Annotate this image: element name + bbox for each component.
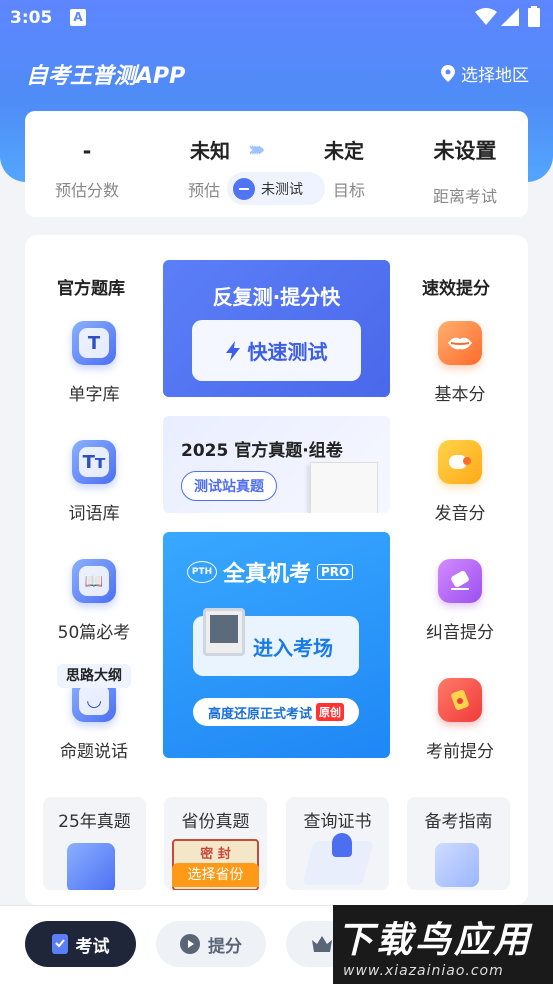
app-title: 自考王普测APP (26, 64, 186, 89)
exam-value: 未设置 (433, 139, 497, 163)
signal-icon (501, 8, 519, 26)
tab-exam-label: 考试 (75, 936, 110, 957)
realistic-exam-label: 高度还原正式考试 (207, 706, 312, 722)
target-value: 未定 (324, 139, 364, 163)
pro-badge: PRO (317, 564, 354, 580)
mock-exam-title: 全真机考 (223, 562, 312, 587)
tab-boost[interactable]: 提分 (156, 921, 266, 967)
crown-icon (312, 936, 332, 952)
essay-book-icon[interactable]: 📖 (72, 559, 116, 603)
word-bank-label[interactable]: 词语库 (44, 499, 144, 524)
computer-icon (203, 608, 245, 656)
correction-label[interactable]: 纠音提分 (410, 618, 510, 643)
outline-tag[interactable]: 思路大纲 (57, 664, 131, 688)
progress-arrows-icon: ››››› (248, 137, 265, 161)
play-circle-icon (180, 934, 200, 954)
quick-test-button[interactable]: 快速测试 (192, 320, 361, 381)
real-exam-banner[interactable]: 2025 官方真题·组卷 测试站真题 (163, 416, 390, 513)
tag-icon[interactable] (438, 678, 482, 722)
untested-label: 未测试 (261, 181, 303, 198)
untested-badge[interactable]: 未测试 (227, 172, 325, 205)
realistic-exam-pill: 高度还原正式考试 原创 (193, 698, 359, 726)
region-selector[interactable]: 选择地区 (441, 61, 529, 86)
tile-guide-label: 备考指南 (424, 812, 493, 832)
quick-boost-heading: 速效提分 (422, 279, 490, 299)
tile-25-real[interactable]: 25年真题 (43, 797, 146, 890)
status-time: 3:05 (10, 8, 53, 28)
status-bar: 3:05 A (0, 0, 553, 36)
select-province-badge[interactable]: 选择省份 (172, 863, 259, 887)
mock-exam-banner[interactable]: PTH 全真机考 PRO 进入考场 高度还原正式考试 原创 (163, 532, 390, 758)
battery-icon (528, 6, 540, 27)
single-char-icon[interactable]: T (72, 321, 116, 365)
lightning-icon (225, 340, 240, 361)
pronunciation-icon[interactable] (438, 440, 482, 484)
tile-guide[interactable]: 备考指南 (407, 797, 510, 890)
tile-certificate[interactable]: 查询证书 (286, 797, 389, 890)
tile-25-real-label: 25年真题 (58, 812, 131, 832)
exam-book-image (310, 462, 378, 513)
tab-exam[interactable]: 考试 (25, 921, 136, 967)
quick-test-label: 快速测试 (247, 340, 328, 364)
clipboard-check-icon (67, 843, 115, 890)
word-bank-icon[interactable]: Tт (72, 440, 116, 484)
tile-province-real[interactable]: 省份真题 密 封 选择省份 (164, 797, 267, 890)
region-label: 选择地区 (461, 66, 529, 86)
exam-label: 距离考试 (432, 187, 497, 206)
tile-certificate-label: 查询证书 (303, 812, 372, 832)
lips-icon[interactable] (438, 321, 482, 365)
tile-province-label: 省份真题 (181, 812, 250, 832)
watermark-url: www.xiazainiao.com (343, 963, 504, 979)
mock-exam-logo: PTH 全真机考 PRO (187, 556, 354, 588)
exam-stat[interactable]: 未设置 距离考试 (415, 135, 515, 207)
score-stat: - 预估分数 (37, 139, 137, 201)
target-label: 目标 (332, 181, 365, 200)
guide-play-icon (435, 843, 479, 887)
speaking-label[interactable]: 命题说话 (44, 737, 144, 762)
estimate-label: 预估 (187, 181, 220, 200)
score-value: - (82, 139, 92, 163)
location-pin-icon (441, 65, 455, 82)
basic-score-label[interactable]: 基本分 (410, 380, 510, 405)
pth-logo-icon: PTH (187, 561, 217, 583)
minus-circle-icon (233, 177, 255, 200)
exam-doc-icon (51, 934, 68, 954)
official-bank-heading: 官方题库 (57, 279, 125, 299)
score-label: 预估分数 (54, 181, 119, 200)
eraser-icon[interactable] (438, 559, 482, 603)
real-exam-button[interactable]: 测试站真题 (181, 471, 277, 501)
wifi-icon (475, 8, 497, 25)
original-badge: 原创 (316, 703, 344, 721)
essay-label[interactable]: 50篇必考 (44, 618, 144, 643)
quick-test-banner[interactable]: 反复测·提分快 快速测试 (163, 260, 390, 397)
stamp-icon (332, 833, 352, 857)
real-exam-title: 2025 官方真题·组卷 (181, 441, 343, 461)
notification-a-icon: A (70, 9, 86, 26)
quick-test-title: 反复测·提分快 (212, 285, 341, 309)
pre-exam-label[interactable]: 考前提分 (410, 737, 510, 762)
tab-boost-label: 提分 (208, 936, 242, 957)
estimate-value: 未知 (190, 139, 230, 163)
watermark-title: 下载鸟应用 (337, 920, 533, 961)
pronunciation-label[interactable]: 发音分 (410, 499, 510, 524)
watermark: 下载鸟应用 www.xiazainiao.com (333, 905, 553, 984)
single-char-label[interactable]: 单字库 (44, 380, 144, 405)
